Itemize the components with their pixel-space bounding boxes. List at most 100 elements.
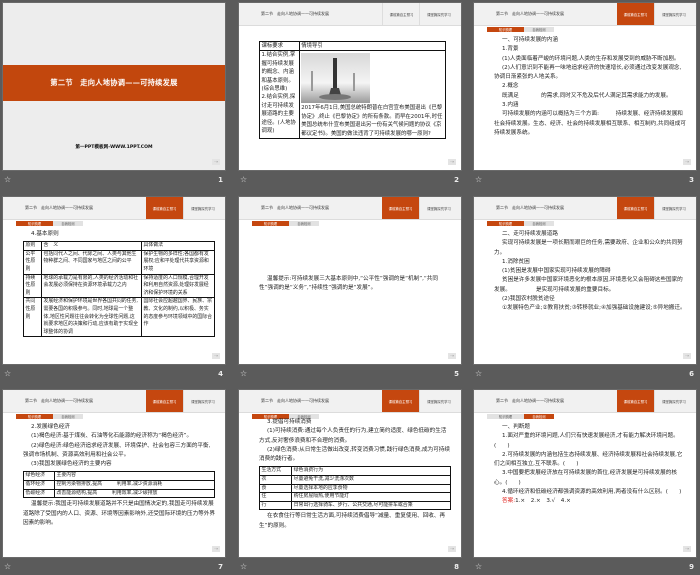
table-header-row: 绿色经济 主要内容 [23,471,215,482]
paragraph: (1)褐色经济:基于煤炭、石油等化石能源的经济称为“褐色经济”。 [23,432,215,441]
header-tab-1[interactable]: 课前篇自主预习 [617,197,654,219]
paragraph: 2.可持续发展的内涵包括生态持续发展、经济持续发展和社会持续发展,它们之间相互独… [494,451,686,470]
paragraph: 答案:1.× 2.× 3.√ 4.× [494,497,686,506]
slide-transition-star-icon: ☆ [475,369,483,378]
table-cell: 共同性原则 [23,297,42,338]
header-title: 第二节 走向人地协调——可持续发展 [25,398,93,403]
slide-header: 第二节 走向人地协调——可持续发展 课前篇自主预习 课堂篇探究学习 [3,197,225,220]
subtab-2[interactable]: 自我检测 [524,414,554,419]
header-tab-1[interactable]: 课前篇自主预习 [146,197,183,219]
header-tab-2[interactable]: 课堂篇探究学习 [183,390,222,412]
table-cell: 衣 [258,475,293,485]
paragraph-text: 3.提倡可持续消费 [267,419,312,425]
table-cell: 日常出行选择骑车、步行、公共交通,尽可能拼车或合乘 [291,500,451,511]
table-cell: 具体做法 [141,241,215,251]
section-heading: 3.内涵 [494,101,686,110]
table-cell: 持续性原则 [23,273,42,299]
table-header-row: 生活方式 绿色消费行为 [258,466,451,477]
slide-number: 6 [689,370,694,378]
table-cell: 国际社会应超越国界、民族、宗教、文化的制约,以积极、务实的态度参与环境领域中的国… [141,297,215,338]
paragraph-text: 可持续发展的内涵可以概括为三个方面: 持续发展、经济持续发展和社会持续发展。生态… [494,111,686,136]
table-cell: 主要内容 [54,471,215,482]
paragraph: (2)绿色消费:从日常生活做出改变,转变消费习惯,践行绿色消费,成为可持续消费的… [259,446,451,465]
animation-icon: ⇢ [212,353,220,359]
slide-thumbnail-5[interactable]: 第二节 走向人地协调——可持续发展 课前篇自主预习 课堂篇探究学习知识梳理 自我检测温… [239,197,461,364]
paragraph-text: (2)绿色消费:从日常生活做出改变,转变消费习惯,践行绿色消费,成为可持续消费的… [259,446,450,463]
header-title: 第二节 走向人地协调——可持续发展 [25,205,93,210]
header-tab-2[interactable]: 课堂篇探究学习 [654,3,693,25]
header-title: 第二节 走向人地协调——可持续发展 [496,11,564,16]
lighthouse-image [301,53,371,104]
subtab-2[interactable]: 自我检测 [53,221,83,226]
subtab-1[interactable]: 知识梳理 [487,27,524,32]
slide-thumbnail-2[interactable]: 第二节 走向人地协调——可持续发展 课前篇自主预习 课堂篇探究学习 课标要求 情境导引 1… [239,3,461,170]
table-cell: 生活方式 [258,466,293,477]
header-tab-2[interactable]: 课堂篇探究学习 [183,197,222,219]
header-tab-1[interactable]: 课前篇自主预习 [382,3,420,25]
section-heading: 二、走可持续发展道路 [494,230,686,239]
slide-thumbnail-8[interactable]: 第二节 走向人地协调——可持续发展 课前篇自主预习 课堂篇探究学习 知识梳理 自我检测 3… [239,390,461,557]
slide-thumbnail-1[interactable]: 第二节 走向人地协调——可持续发展 第一PPT模板网-WWW.1PPT.COM ⇢ [3,3,225,170]
table-cell: 控制污染物排放,提高 利用率,减少资源消耗 [54,480,215,490]
table-cell: 包括同代人之间、代际之间、人类与其他生物种群之间、不同国家与地区之间的公平 [41,249,142,275]
subtab-1[interactable]: 知识梳理 [16,221,53,226]
subtab-1[interactable]: 知识梳理 [16,414,53,419]
table-cell: 2017年6月1日,美国总统特朗普在白宫宣布美国退出《巴黎协定》,终止《巴黎协定… [298,50,447,140]
animation-icon: ⇢ [212,159,220,165]
paragraph-text: 4.循环经济和低碳经济都强调资源的高效利用,两者没有什么区别。( ) [502,489,682,496]
title-band: 第二节 走向人地协调——可持续发展 [3,65,225,101]
slide-number: 9 [689,563,694,571]
header-tab-2[interactable]: 课堂篇探究学习 [419,197,458,219]
table-cell: 绿色经济 [23,471,55,482]
slide-number: 8 [454,563,459,571]
slide-thumbnail-3[interactable]: 第二节 走向人地协调——可持续发展 课前篇自主预习 课堂篇探究学习知识梳理 自我检测一… [474,3,696,170]
header-tab-2[interactable]: 课堂篇探究学习 [419,390,458,412]
slide-body: 一、可持续发展的内涵 1.背景 (1)人类面临着严峻的环境问题,人类的生存和发展受到… [494,36,686,138]
table-cell: 情境导引 [298,40,447,52]
header-tab-1[interactable]: 课前篇自主预习 [617,390,654,412]
header-tab-1[interactable]: 课前篇自主预习 [382,197,419,219]
subtab-2[interactable]: 自我检测 [524,27,554,32]
subtab-2[interactable]: 自我检测 [289,221,319,226]
slide-number: 3 [689,176,694,184]
paragraph: ①发展特色产业;②教育扶贫;③转移就业;④加强基础设施建设;⑤异地搬迁。 [494,304,686,313]
table-cell: 含 义 [41,241,142,251]
paragraph: 可持续发展的内涵可以概括为三个方面: 持续发展、经济持续发展和社会持续发展。生态… [494,110,686,138]
slide-header: 第二节 走向人地协调——可持续发展 课前篇自主预习 课堂篇探究学习 [3,390,225,413]
slide-transition-star-icon: ☆ [4,175,12,184]
paragraph-text: 1.× 2.× 3.√ 4.× [515,498,571,505]
subtab-1[interactable]: 知识梳理 [252,221,289,226]
table-row: 行日常出行选择骑车、步行、公共交通,尽可能拼车或合乘 [258,500,451,511]
table-row: 衣尽量避免干洗,减少洗涤次数 [258,475,451,485]
slide-body: 4.基本原则 原则含 义具体做法 公平性原则 包括同代人之间、代际之间、人类与其他生物… [23,230,215,339]
paragraph-text: (1)贫困是发展中国家实现可持续发展的障碍 [502,268,611,275]
header-tab-1[interactable]: 课前篇自主预习 [146,390,183,412]
paragraph-text: 二、走可持续发展道路 [502,231,558,237]
table-header-row: 课标要求 情境导引 [259,40,447,52]
table-row: 共同性原则 发展经济和保护环境是世界各国共同的任务,需要各国的积极参与。同时,地球… [23,297,215,338]
subtab-1[interactable]: 知识梳理 [487,414,524,419]
slide-number: 4 [218,370,223,378]
slide-thumbnail-4[interactable]: 第二节 走向人地协调——可持续发展 课前篇自主预习 课堂篇探究学习 知识梳理 自我检测 4… [3,197,225,364]
paragraph: 温馨提示:可持续发展三大基本原则中,“公平性”强调的是“机制”,“共同性”强调的… [259,275,451,294]
slide-thumbnail-9[interactable]: 第二节 走向人地协调——可持续发展 课前篇自主预习 课堂篇探究学习 知识梳理 自我检测一… [474,390,696,557]
table-cell: 公平性原则 [23,249,42,275]
paragraph-text: 温馨提示:可持续发展三大基本原则中,“公平性”强调的是“机制”,“共同性”强调的… [259,276,438,292]
subtab-2[interactable]: 自我检测 [53,414,83,419]
paragraph: (2)人们意识到不能再一味地追求经济的快速增长,必须通过改变发展观念,协调日渐紧… [494,64,686,83]
header-tab-1[interactable]: 课前篇自主预习 [617,3,654,25]
subtab-1[interactable]: 知识梳理 [487,221,524,226]
slide-transition-star-icon: ☆ [475,562,483,571]
paragraph: (2)我国农村脱贫途径 [494,295,686,304]
animation-icon: ⇢ [212,546,220,552]
header-tab-1[interactable]: 课前篇自主预习 [382,390,419,412]
header-tab-2[interactable]: 课堂篇探究学习 [654,197,693,219]
header-tab-2[interactable]: 课堂篇探究学习 [654,390,693,412]
slide-thumbnail-7[interactable]: 第二节 走向人地协调——可持续发展 课前篇自主预习 课堂篇探究学习 知识梳理 自我检测 2… [3,390,225,557]
paragraph: 温馨提示:我国走可持续发展道路并不只是由国情决定的,我国走可持续发展道路除了受国… [23,500,215,528]
slide-thumbnail-6[interactable]: 第二节 走向人地协调——可持续发展 课前篇自主预习 课堂篇探究学习 知识梳理 自我检测二… [474,197,696,364]
header-tab-2[interactable]: 课堂篇探究学习 [419,3,458,25]
subtab-2[interactable]: 自我检测 [524,221,554,226]
table-cell: 尽量选择本地的应季食物 [291,483,451,494]
header-title: 第二节 走向人地协调——可持续发展 [261,205,329,210]
